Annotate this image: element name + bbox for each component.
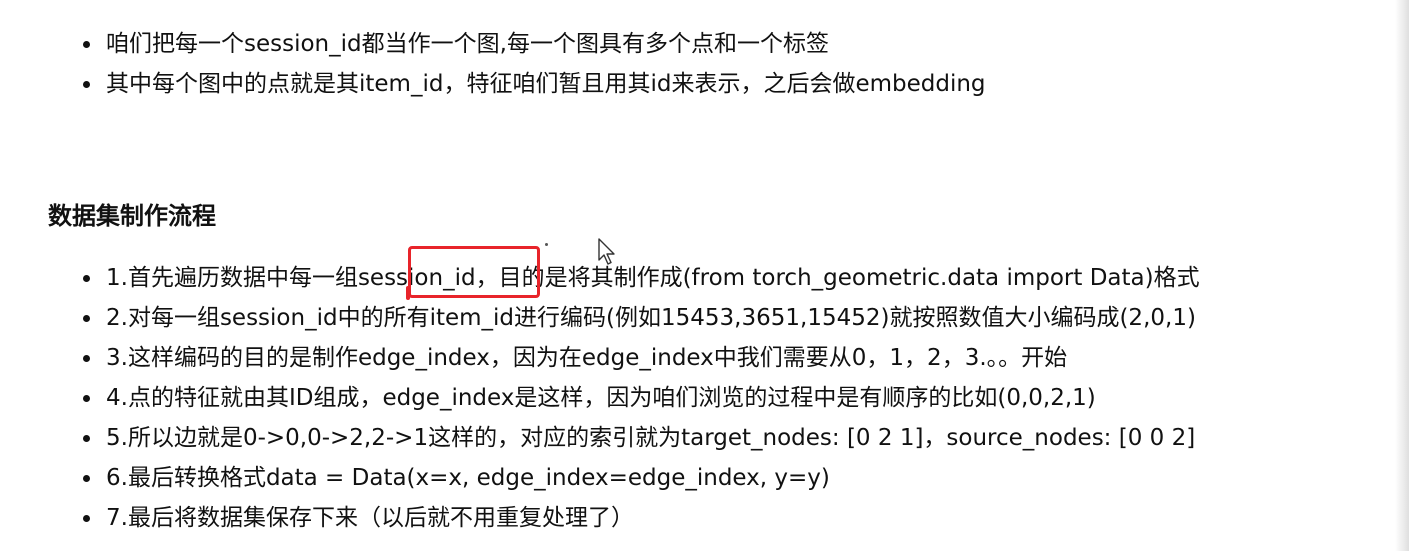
step-item: 2.对每一组session_id中的所有item_id进行编码(例如15453,… bbox=[0, 298, 1200, 338]
step-item: 3.这样编码的目的是制作edge_index，因为在edge_index中我们需… bbox=[0, 338, 1200, 378]
intro-item: 咱们把每一个session_id都当作一个图,每一个图具有多个点和一个标签 bbox=[0, 24, 986, 64]
right-edge-shadow bbox=[1395, 0, 1409, 551]
arrow-cursor-icon bbox=[598, 238, 615, 265]
red-highlight-tail bbox=[406, 286, 410, 300]
intro-item: 其中每个图中的点就是其item_id，特征咱们暂且用其id来表示，之后会做emb… bbox=[0, 64, 986, 104]
step-item: 7.最后将数据集保存下来（以后就不用重复处理了） bbox=[0, 498, 1200, 538]
steps-list: 1.首先遍历数据中每一组session_id，目的是将其制作成(from tor… bbox=[0, 258, 1200, 538]
step-item: 6.最后转换格式data = Data(x=x, edge_index=edge… bbox=[0, 458, 1200, 498]
section-heading: 数据集制作流程 bbox=[48, 202, 216, 230]
intro-list: 咱们把每一个session_id都当作一个图,每一个图具有多个点和一个标签 其中… bbox=[0, 24, 986, 104]
step-item: 4.点的特征就由其ID组成，edge_index是这样，因为咱们浏览的过程中是有… bbox=[0, 378, 1200, 418]
document-page: 咱们把每一个session_id都当作一个图,每一个图具有多个点和一个标签 其中… bbox=[0, 0, 1409, 551]
step-item: 5.所以边就是0->0,0->2,2->1这样的，对应的索引就为target_n… bbox=[0, 418, 1200, 458]
annotation-dot bbox=[545, 243, 548, 246]
